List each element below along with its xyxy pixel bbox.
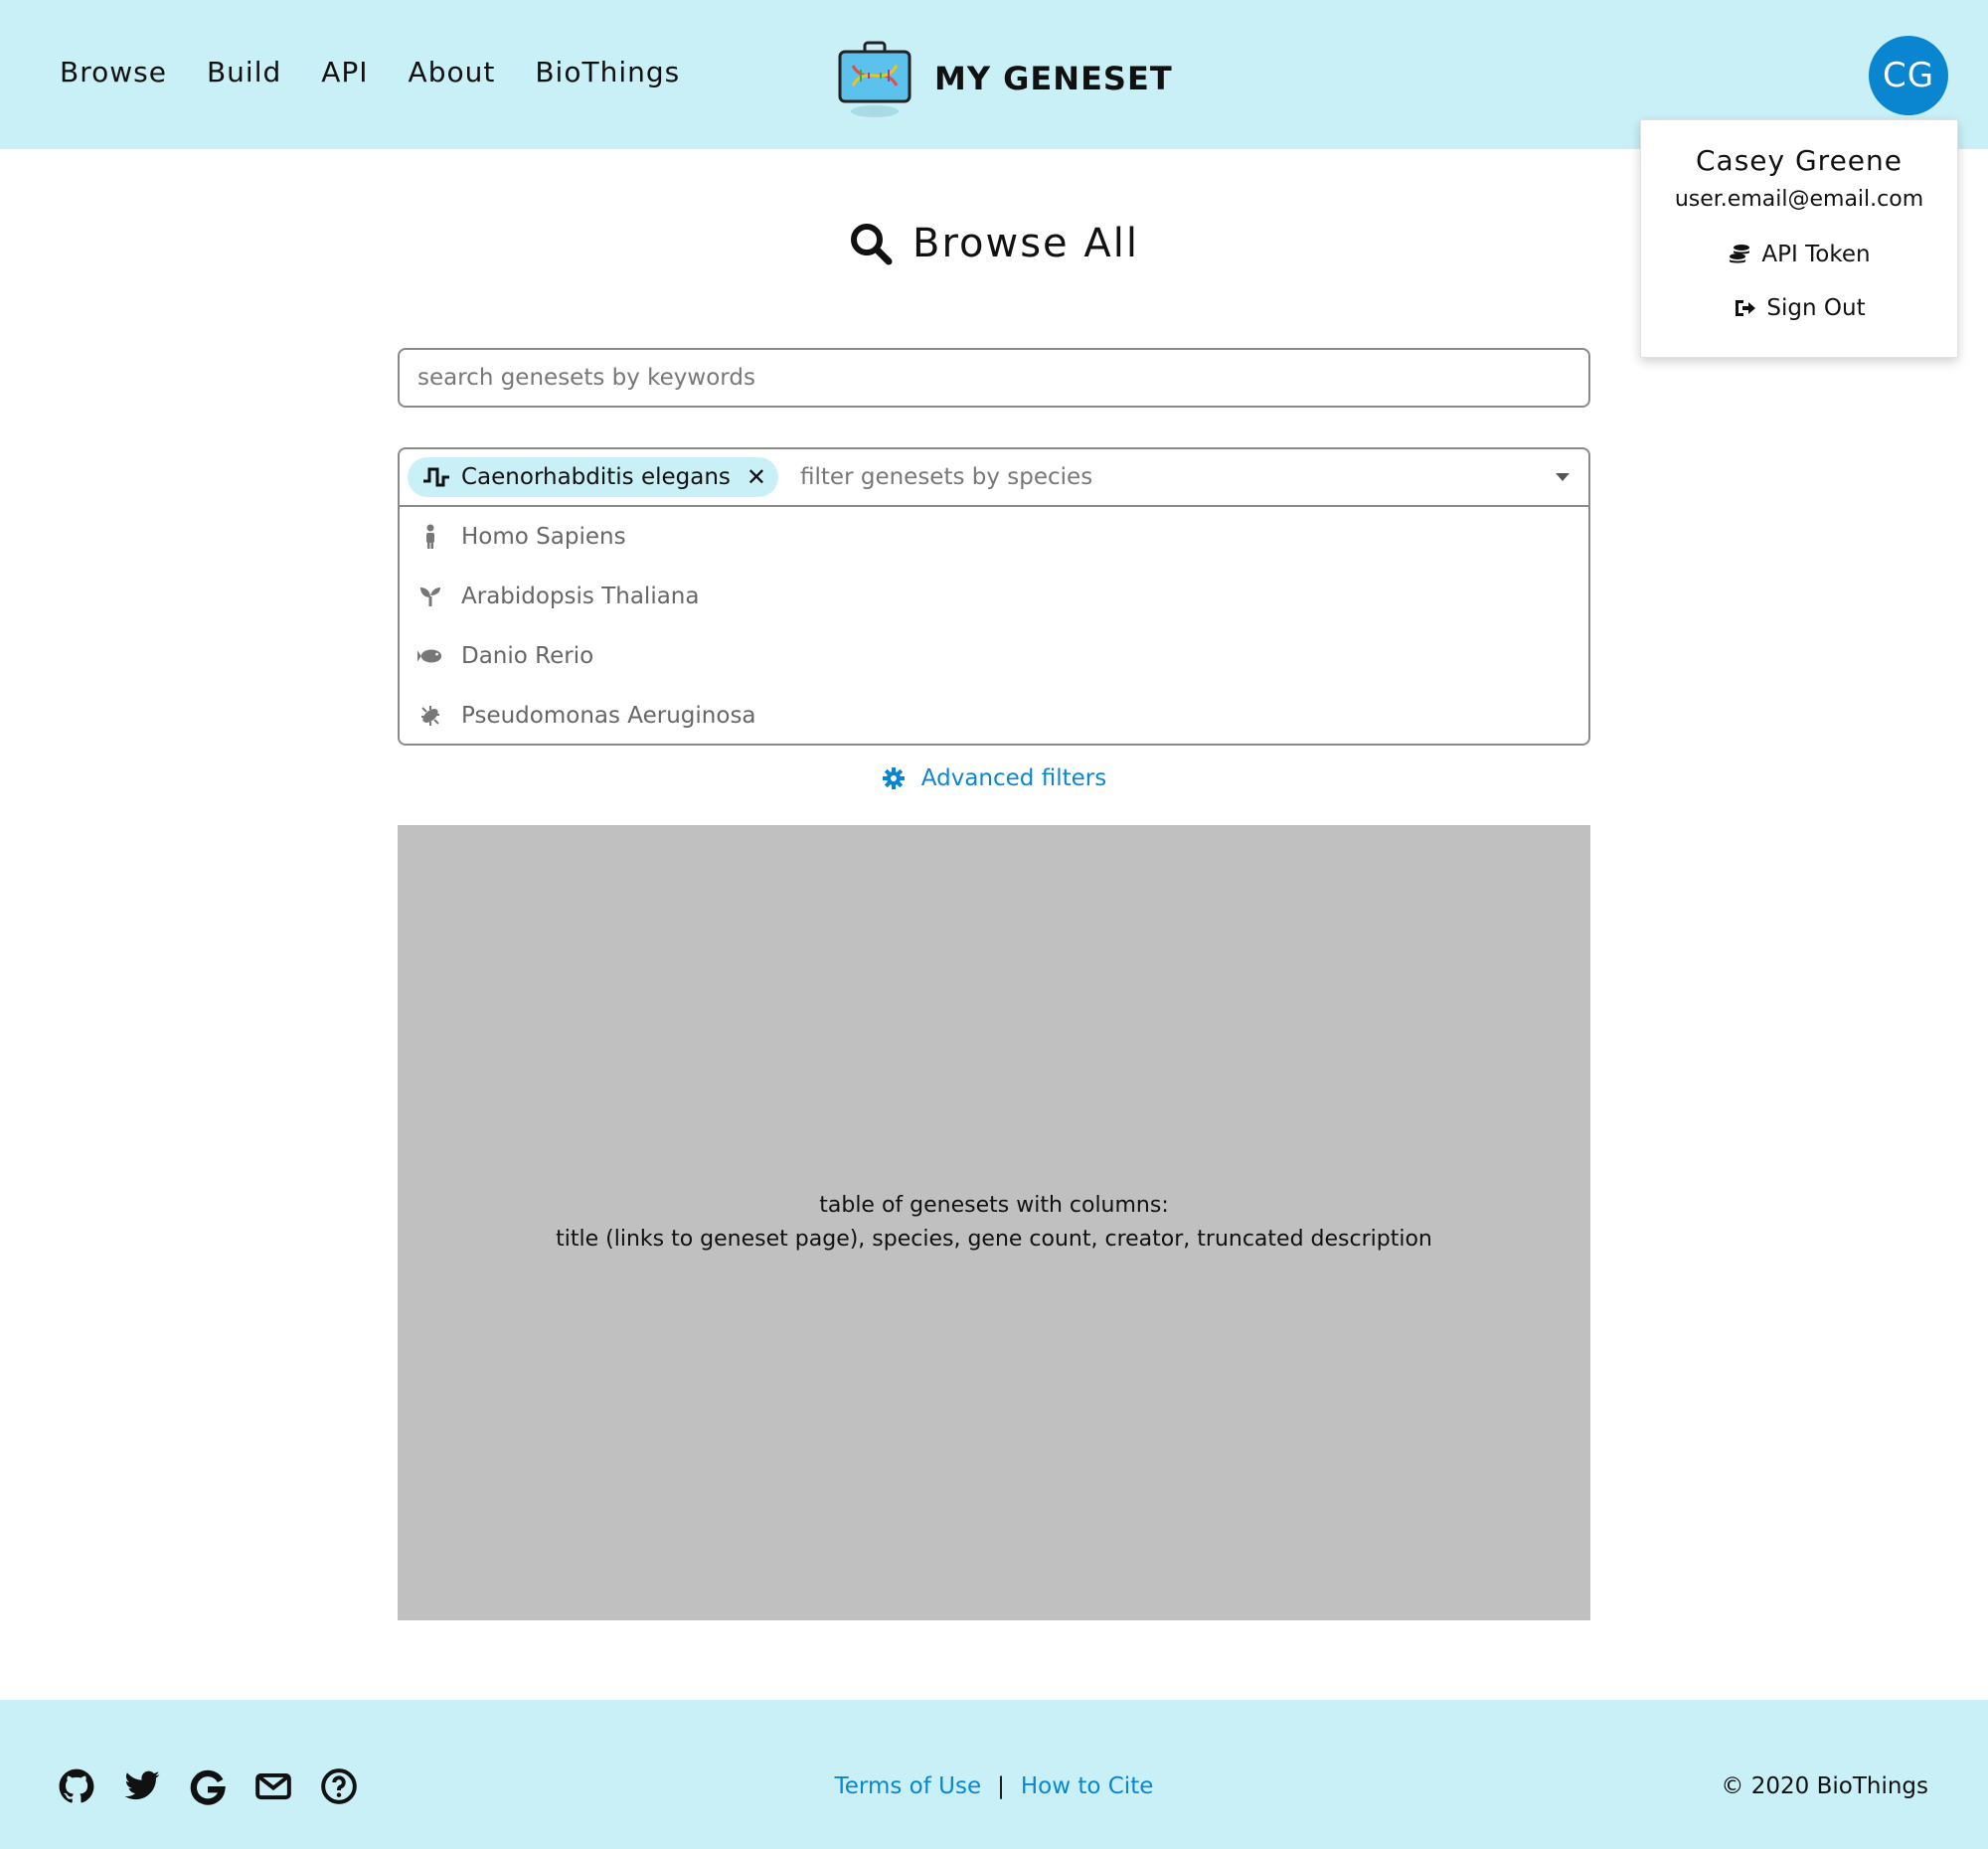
species-select: Caenorhabditis elegans ✕ Homo Sapiens (398, 447, 1590, 746)
footer-links: Terms of Use | How to Cite (0, 1773, 1988, 1799)
seedling-icon (420, 588, 440, 606)
copyright: © 2020 BioThings (1721, 1773, 1928, 1799)
genesets-table-placeholder: table of genesets with columns: title (l… (398, 825, 1590, 1620)
bacterium-icon (421, 706, 439, 726)
sign-out-label: Sign Out (1766, 295, 1866, 321)
brand[interactable]: MY GENESET (835, 38, 1173, 119)
api-token-button[interactable]: API Token (1641, 242, 1957, 267)
keyword-search-input[interactable] (398, 348, 1590, 408)
sign-out-icon (1736, 300, 1756, 316)
species-option-pseudomonas-aeruginosa[interactable]: Pseudomonas Aeruginosa (400, 686, 1588, 746)
species-option-danio-rerio[interactable]: Danio Rerio (400, 626, 1588, 686)
advanced-filters-label: Advanced filters (920, 765, 1107, 791)
page-title-text: Browse All (912, 221, 1139, 266)
footer-separator: | (997, 1773, 1005, 1799)
advanced-filters-link[interactable]: Advanced filters (0, 765, 1988, 791)
species-option-label: Danio Rerio (461, 643, 594, 669)
gear-icon (882, 767, 905, 789)
search-icon (851, 224, 893, 265)
footer: Terms of Use | How to Cite © 2020 BioThi… (0, 1700, 1988, 1849)
person-icon (426, 524, 434, 549)
user-name: Casey Greene (1695, 144, 1903, 177)
species-select-control[interactable]: Caenorhabditis elegans ✕ (400, 449, 1588, 507)
user-avatar[interactable]: CG (1869, 36, 1948, 115)
species-option-arabidopsis-thaliana[interactable]: Arabidopsis Thaliana (400, 567, 1588, 626)
worm-icon (423, 467, 449, 487)
species-filter-input[interactable] (800, 464, 1557, 490)
brand-name: MY GENESET (934, 60, 1173, 97)
geneset-briefcase-logo (838, 41, 911, 117)
remove-species-icon[interactable]: ✕ (746, 463, 766, 491)
species-option-label: Arabidopsis Thaliana (461, 584, 700, 609)
placeholder-line-1: table of genesets with columns: (819, 1193, 1169, 1218)
terms-of-use-link[interactable]: Terms of Use (835, 1773, 982, 1799)
coins-icon (1730, 245, 1750, 263)
nav-browse[interactable]: Browse (60, 56, 167, 88)
user-dropdown-menu: Casey Greene user.email@email.com API To… (1640, 119, 1958, 358)
placeholder-line-2: title (links to geneset page), species, … (556, 1227, 1432, 1252)
how-to-cite-link[interactable]: How to Cite (1021, 1773, 1154, 1799)
species-option-label: Homo Sapiens (461, 524, 626, 550)
nav-build[interactable]: Build (207, 56, 281, 88)
user-email: user.email@email.com (1674, 187, 1924, 212)
nav-biothings[interactable]: BioThings (535, 56, 680, 88)
sign-out-button[interactable]: Sign Out (1641, 295, 1957, 321)
nav-api[interactable]: API (321, 56, 368, 88)
api-token-label: API Token (1761, 242, 1871, 267)
main-nav: Browse Build API About BioThings (60, 56, 680, 88)
nav-about[interactable]: About (409, 56, 496, 88)
chevron-down-icon[interactable] (1555, 472, 1571, 482)
species-option-homo-sapiens[interactable]: Homo Sapiens (400, 507, 1588, 567)
species-option-label: Pseudomonas Aeruginosa (461, 703, 756, 729)
species-chip: Caenorhabditis elegans ✕ (408, 457, 779, 497)
fish-icon (417, 649, 442, 663)
species-chip-label: Caenorhabditis elegans (461, 464, 731, 490)
